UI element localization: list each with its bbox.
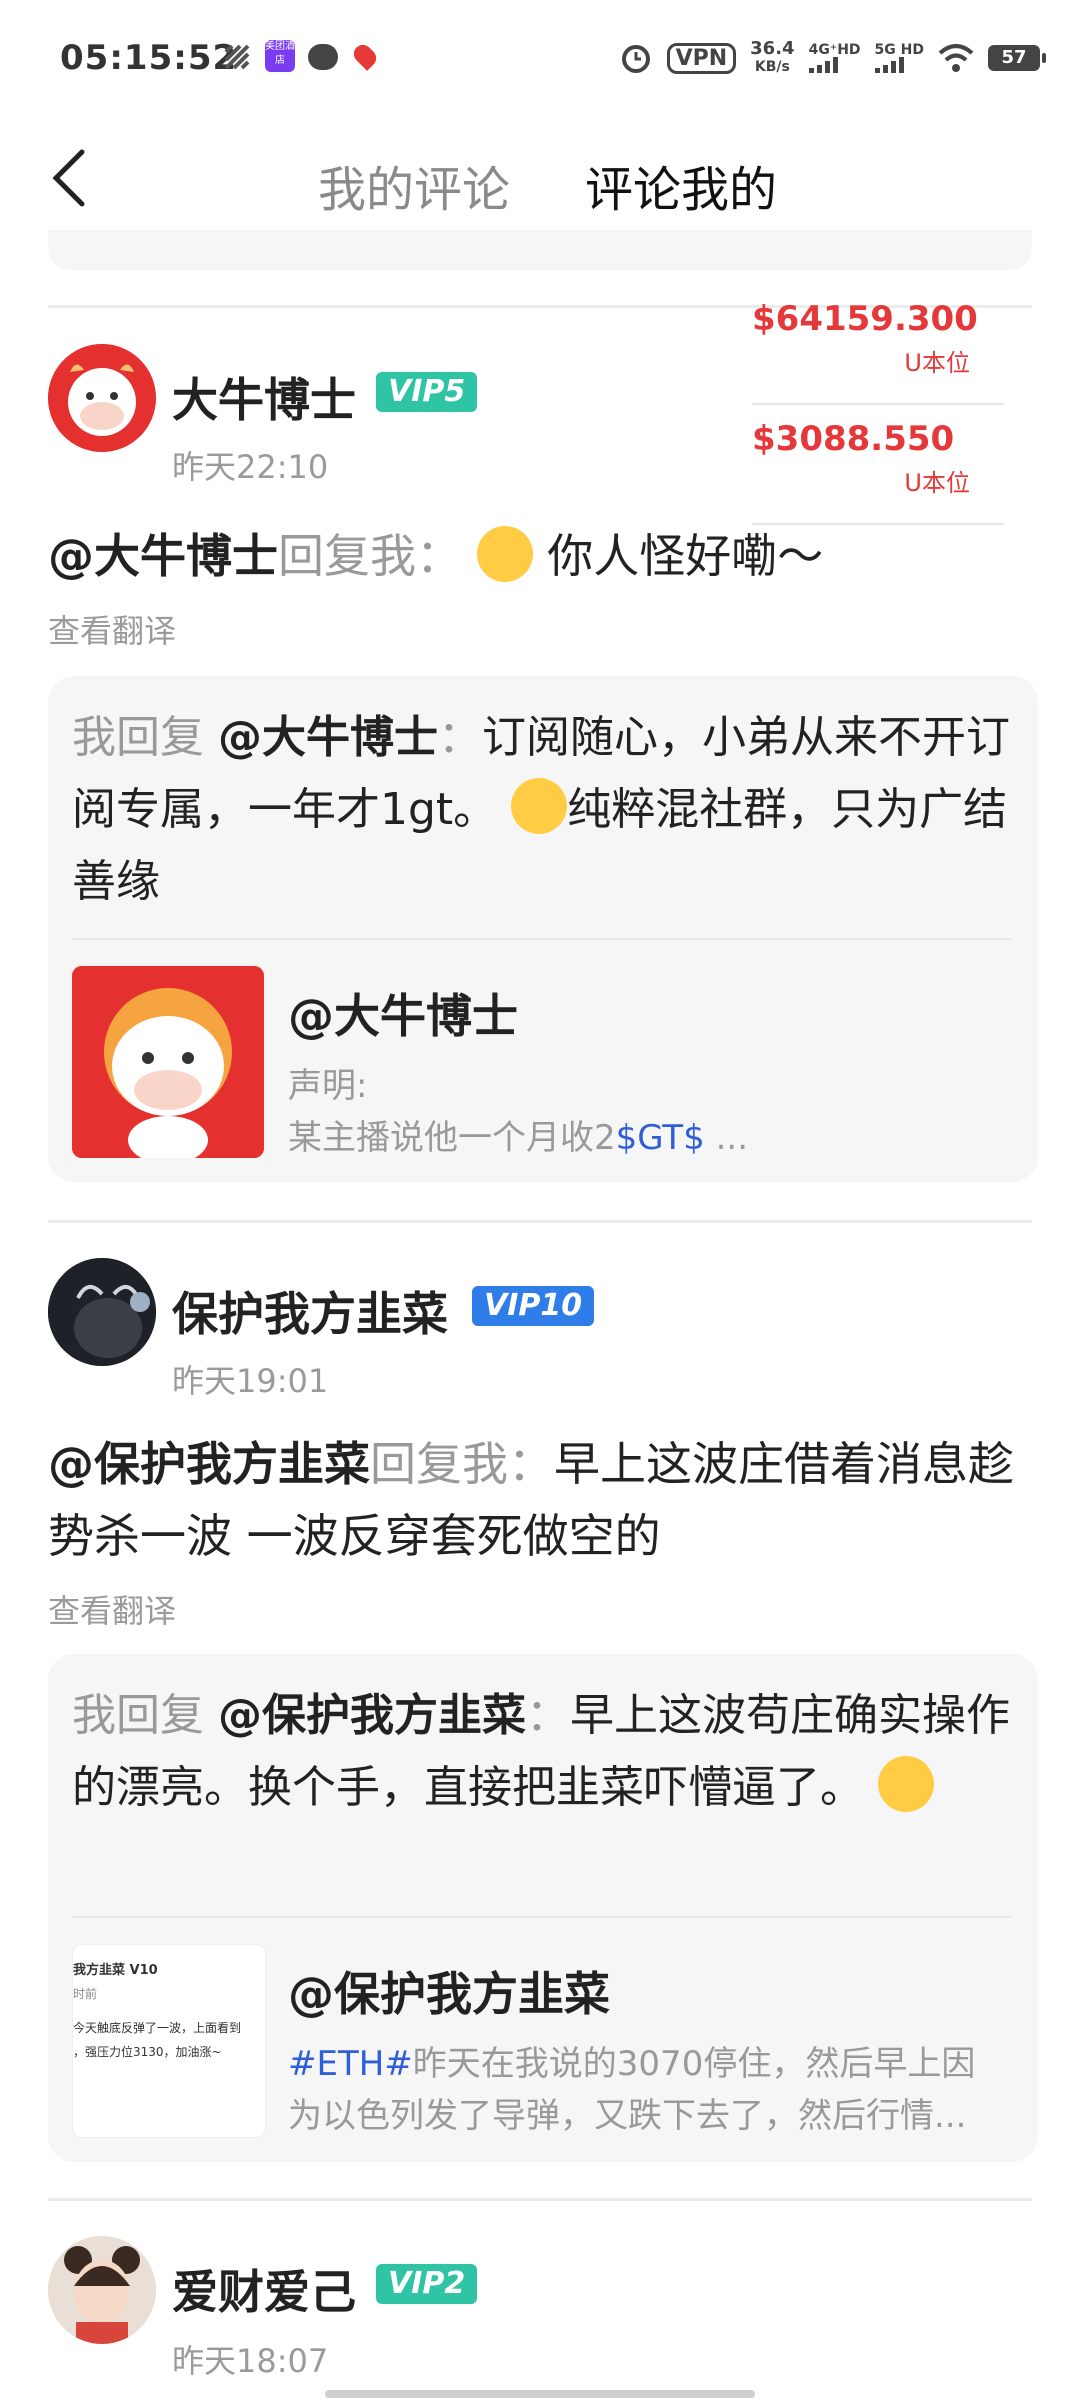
post-preview-line: 某主播说他一个月收2$GT$ ...	[288, 1118, 749, 1158]
comment-time: 昨天19:01	[172, 1362, 329, 1400]
username[interactable]: 大牛博士	[172, 364, 356, 430]
grinning-face-icon	[878, 1756, 934, 1812]
divider	[72, 938, 1012, 940]
avatar[interactable]	[48, 2236, 156, 2344]
view-translation-link[interactable]: 查看翻译	[48, 1586, 176, 1632]
status-right-group: VPN 36.4 KB/s 4G⁺HD 5G HD 57	[619, 36, 1046, 80]
divider	[72, 1916, 1012, 1918]
post-author[interactable]: @大牛博士	[288, 980, 518, 1046]
relieved-face-icon	[476, 525, 533, 582]
post-preview-line: 声明:	[288, 1066, 368, 1106]
vip-badge: VIP5	[376, 372, 478, 412]
comment-reply-text: @保护我方韭菜回复我：早上这波庄借着消息趁势杀一波 一波反穿套死做空的	[48, 1437, 1014, 1563]
comment-time: 昨天22:10	[172, 448, 329, 486]
divider	[48, 2198, 1032, 2201]
home-indicator[interactable]	[325, 2390, 755, 2398]
username[interactable]: 爱财爱己	[172, 2256, 356, 2322]
signal-4g-icon: 4G⁺HD	[808, 43, 861, 73]
wifi-icon	[938, 44, 974, 72]
reply-mention[interactable]: @大牛博士	[48, 529, 278, 583]
price-unit: U本位	[904, 469, 970, 497]
my-reply-card[interactable]: 我回复 @保护我方韭菜：早上这波苟庄确实操作的漂亮。换个手，直接把韭菜吓懵逼了。…	[48, 1654, 1038, 2162]
alarm-icon	[621, 45, 650, 73]
thumb-text: ，强压力位3130，加油涨~	[73, 2045, 222, 2059]
grinning-face-icon	[511, 778, 568, 834]
back-button[interactable]	[50, 148, 90, 208]
bull-avatar-image	[72, 966, 264, 1158]
post-author[interactable]: @保护我方韭菜	[288, 1958, 610, 2024]
message-icon	[308, 44, 338, 70]
price-btc: $64159.300	[752, 299, 978, 339]
price-ticker-widget[interactable]: $64159.300 U本位 $3088.550 U本位	[752, 295, 1010, 525]
user-avatar-image	[48, 2236, 156, 2344]
username[interactable]: 保护我方韭菜	[172, 1278, 448, 1344]
comment-time: 昨天18:07	[172, 2342, 329, 2380]
my-reply-text: 我回复 @大牛博士：订阅随心，小弟从来不开订阅专属，一年才1gt。 纯粹混社群，…	[72, 712, 1010, 907]
thumb-text: 时前	[73, 1987, 98, 2001]
view-translation-link[interactable]: 查看翻译	[48, 606, 176, 652]
avatar[interactable]	[48, 344, 156, 452]
post-thumbnail[interactable]	[72, 966, 264, 1158]
status-bar: 05:15:52 美团酒店 VPN 36.4 KB/s 4G⁺HD 5G HD …	[0, 0, 1080, 120]
thumb-text: 我方韭菜 V10	[73, 1963, 158, 1978]
coin-tag[interactable]: #ETH#	[288, 2044, 413, 2084]
divider	[48, 1220, 1032, 1223]
vip-badge: VIP10	[472, 1286, 595, 1326]
battery-icon: 57	[988, 45, 1046, 71]
network-activity-icon	[222, 42, 252, 72]
user-avatar-image	[48, 1258, 156, 1366]
price-eth: $3088.550	[752, 419, 955, 459]
previous-card-edge	[48, 230, 1032, 270]
bull-avatar-image	[48, 344, 156, 452]
network-speed: 36.4 KB/s	[750, 38, 795, 76]
avatar[interactable]	[48, 1258, 156, 1366]
signal-5g-icon: 5G HD	[874, 43, 924, 73]
post-preview-line: #ETH#昨天在我说的3070停住，然后早上因	[288, 2044, 976, 2084]
comment-reply-text: @大牛博士回复我： 你人怪好嘞～	[48, 520, 1038, 592]
vip-badge: VIP2	[376, 2264, 478, 2304]
tab-comments-on-me[interactable]: 评论我的	[585, 150, 777, 220]
price-unit: U本位	[904, 349, 970, 377]
coin-tag[interactable]: $GT$	[616, 1118, 705, 1158]
status-time: 05:15:52	[60, 38, 238, 78]
hotel-app-icon: 美团酒店	[265, 40, 295, 72]
vpn-indicator: VPN	[666, 42, 737, 74]
post-preview-line: 为以色列发了导弹，又跌下去了，然后行情...	[288, 2096, 967, 2136]
my-reply-card[interactable]: 我回复 @大牛博士：订阅随心，小弟从来不开订阅专属，一年才1gt。 纯粹混社群，…	[48, 676, 1038, 1182]
reply-mention[interactable]: @保护我方韭菜	[48, 1437, 370, 1491]
chevron-left-icon	[52, 149, 85, 207]
my-reply-text: 我回复 @保护我方韭菜：早上这波苟庄确实操作的漂亮。换个手，直接把韭菜吓懵逼了。	[72, 1690, 1010, 1813]
post-thumbnail[interactable]: 我方韭菜 V10 时前 今天触底反弹了一波，上面看到 ，强压力位3130，加油涨…	[72, 1944, 266, 2138]
divider	[752, 403, 1004, 405]
location-pin-icon	[350, 41, 380, 71]
tab-my-comments[interactable]: 我的评论	[318, 150, 510, 220]
thumb-text: 今天触底反弹了一波，上面看到	[73, 2021, 242, 2035]
